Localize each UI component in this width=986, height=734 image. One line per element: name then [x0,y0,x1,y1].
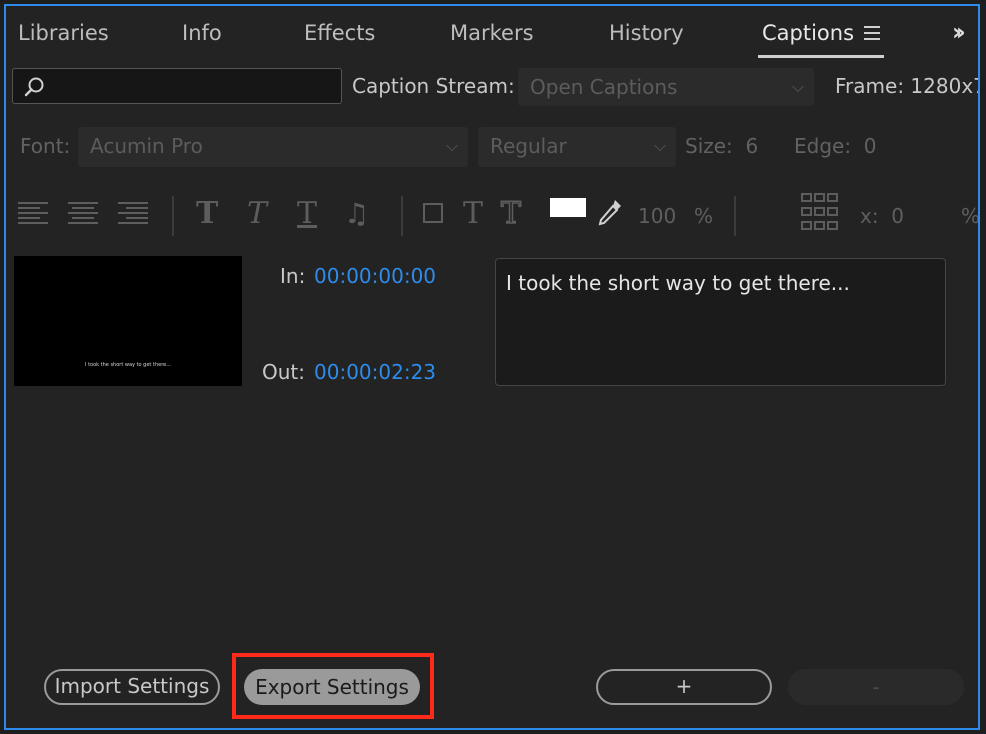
out-timecode[interactable]: 00:00:02:23 [314,358,436,386]
font-label: Font: [20,134,71,158]
font-style-value: Regular [490,134,567,158]
x-position-unit: % [961,204,980,228]
tab-history[interactable]: History [609,18,684,48]
underline-icon[interactable]: T [297,194,317,234]
tab-effects[interactable]: Effects [304,18,375,48]
text-color-icon[interactable]: T [463,194,483,234]
toolbar-divider [172,196,174,236]
chevron-down-icon: ⌵ [791,77,804,96]
out-label: Out: [262,360,305,384]
active-tab-indicator [758,55,884,58]
size-field[interactable]: Size: 6 [685,132,758,160]
highlight-annotation [232,653,434,719]
chevron-down-icon: ⌵ [653,136,666,155]
edge-value: 0 [863,134,877,158]
align-center-icon[interactable] [68,202,98,228]
preview-caption-text: I took the short way to get there... [85,362,171,368]
search-input[interactable] [12,68,342,104]
font-value: Acumin Pro [90,134,203,158]
caption-preview-thumbnail[interactable]: I took the short way to get there... [14,256,242,386]
in-timecode[interactable]: 00:00:00:00 [314,262,436,290]
color-swatch[interactable] [550,198,586,217]
size-value: 6 [745,134,759,158]
tab-info[interactable]: Info [182,18,222,48]
import-settings-button[interactable]: Import Settings [44,669,220,705]
tab-markers[interactable]: Markers [450,18,534,48]
opacity-value[interactable]: 100 [638,202,676,230]
edge-field[interactable]: Edge: 0 [794,132,877,160]
toolbar-divider [401,196,403,236]
tab-captions[interactable]: Captions [762,18,854,48]
x-position-field[interactable]: x: 0 [860,202,904,230]
caption-stream-value: Open Captions [530,75,678,99]
in-label: In: [280,264,306,288]
panel-menu-icon[interactable] [864,26,880,40]
x-position-value: 0 [891,204,905,228]
search-icon [24,77,44,97]
caption-stream-dropdown[interactable]: Open Captions ⌵ [518,68,814,106]
chevron-down-icon: ⌵ [445,136,458,155]
bold-icon[interactable]: T [196,194,218,234]
tab-overflow-icon[interactable]: ›› [952,18,966,46]
caption-text-field[interactable]: I took the short way to get there... [495,258,946,386]
italic-icon[interactable]: T [247,194,267,234]
captions-panel: Libraries Info Effects Markers History C… [4,4,980,730]
frame-label: Frame: 1280x7 [835,72,980,100]
toolbar-divider [734,196,736,236]
music-note-icon[interactable]: ♫ [344,194,369,234]
caption-stream-label: Caption Stream: [352,74,515,98]
add-caption-button[interactable]: + [596,669,772,705]
opacity-unit: % [694,204,714,228]
position-grid-icon[interactable] [800,192,840,232]
align-right-icon[interactable] [118,202,148,228]
tab-libraries[interactable]: Libraries [18,18,109,48]
font-style-dropdown[interactable]: Regular ⌵ [478,127,676,167]
font-dropdown[interactable]: Acumin Pro ⌵ [78,127,468,167]
remove-caption-button[interactable]: - [788,669,964,705]
frame-value: 1280x7 [910,74,980,98]
eyedropper-icon[interactable] [596,198,624,228]
background-box-icon[interactable] [423,203,443,223]
text-outline-icon[interactable]: T [500,194,522,234]
align-left-icon[interactable] [18,202,48,228]
